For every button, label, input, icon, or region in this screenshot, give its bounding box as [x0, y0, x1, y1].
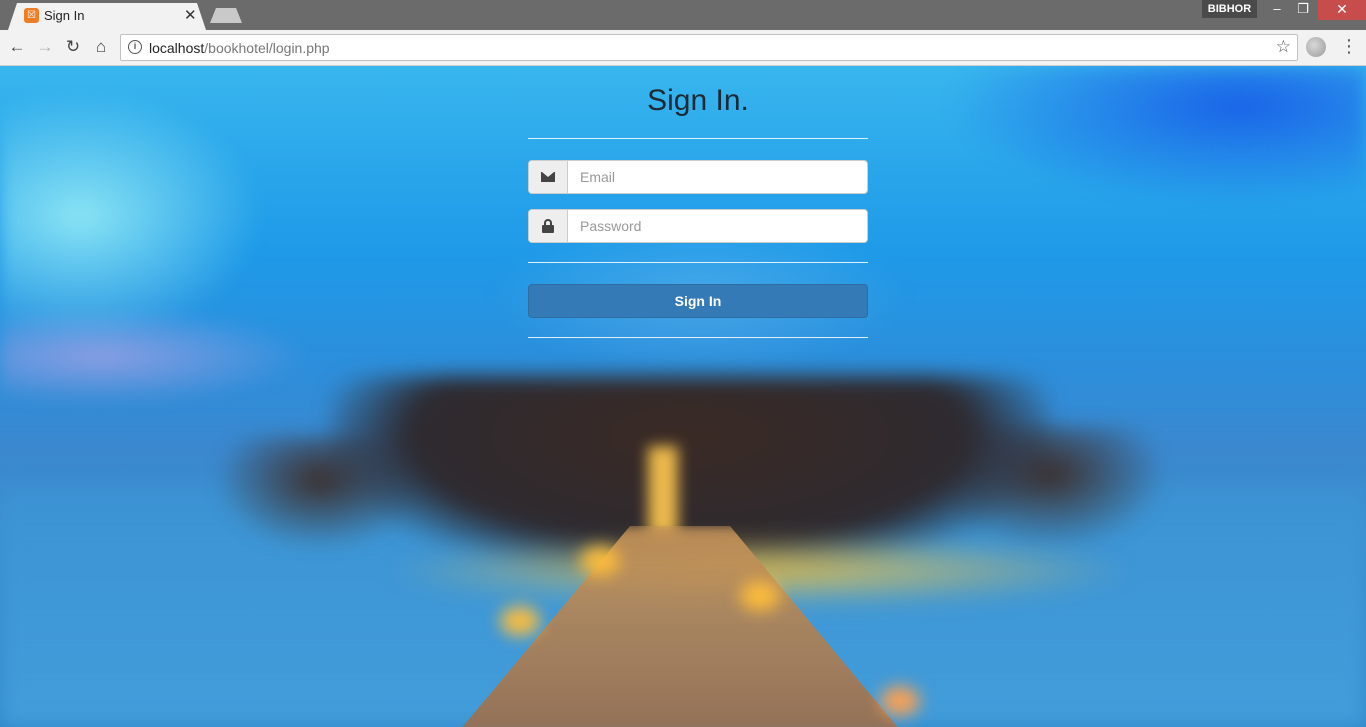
site-info-icon[interactable]: i: [128, 40, 142, 54]
background-lamp: [740, 581, 780, 611]
tab-title: Sign In: [44, 8, 85, 23]
page-title: Sign In.: [647, 84, 749, 117]
restore-icon[interactable]: ❐: [1290, 0, 1316, 20]
divider: [528, 337, 868, 338]
email-addon: [529, 161, 568, 193]
email-input-group: [528, 160, 868, 194]
close-window-icon[interactable]: ✕: [1318, 0, 1366, 20]
page-viewport: Sign In. Sign In: [0, 66, 1366, 727]
background-lamp: [880, 686, 920, 716]
browser-tab-active[interactable]: ☒ Sign In ✕: [8, 3, 206, 30]
xampp-favicon-icon: ☒: [24, 8, 39, 23]
password-addon: [529, 210, 568, 242]
background-lamp: [580, 546, 620, 576]
profile-badge[interactable]: BIBHOR: [1202, 0, 1257, 18]
home-icon[interactable]: ⌂: [90, 36, 112, 58]
back-arrow-icon[interactable]: ←: [6, 36, 28, 58]
address-bar[interactable]: i localhost/bookhotel/login.php ☆: [120, 34, 1298, 61]
bookmark-star-icon[interactable]: ☆: [1276, 37, 1291, 57]
minimize-icon[interactable]: –: [1264, 0, 1290, 20]
email-field[interactable]: [569, 161, 867, 193]
tab-close-icon[interactable]: ✕: [184, 6, 197, 24]
new-tab-button[interactable]: [210, 8, 242, 23]
browser-title-bar: ☒ Sign In ✕ BIBHOR – ❐ ✕: [0, 0, 1366, 30]
extension-icon[interactable]: [1306, 37, 1326, 57]
browser-toolbar: ← → ↻ ⌂ i localhost/bookhotel/login.php …: [0, 30, 1366, 66]
password-field[interactable]: [569, 210, 867, 242]
url-path: /bookhotel/login.php: [204, 40, 330, 56]
divider: [528, 138, 868, 139]
forward-arrow-icon[interactable]: →: [34, 36, 56, 58]
browser-menu-icon[interactable]: ⋮: [1340, 36, 1358, 58]
url-host: localhost: [149, 40, 205, 56]
lock-icon: [542, 219, 554, 233]
background-door-light: [648, 446, 678, 536]
reload-icon[interactable]: ↻: [62, 36, 84, 58]
password-input-group: [528, 209, 868, 243]
background-lamp: [500, 606, 540, 636]
divider: [528, 262, 868, 263]
envelope-icon: [541, 172, 555, 182]
sign-in-button[interactable]: Sign In: [528, 284, 868, 318]
url-text[interactable]: localhost/bookhotel/login.php: [149, 40, 330, 56]
